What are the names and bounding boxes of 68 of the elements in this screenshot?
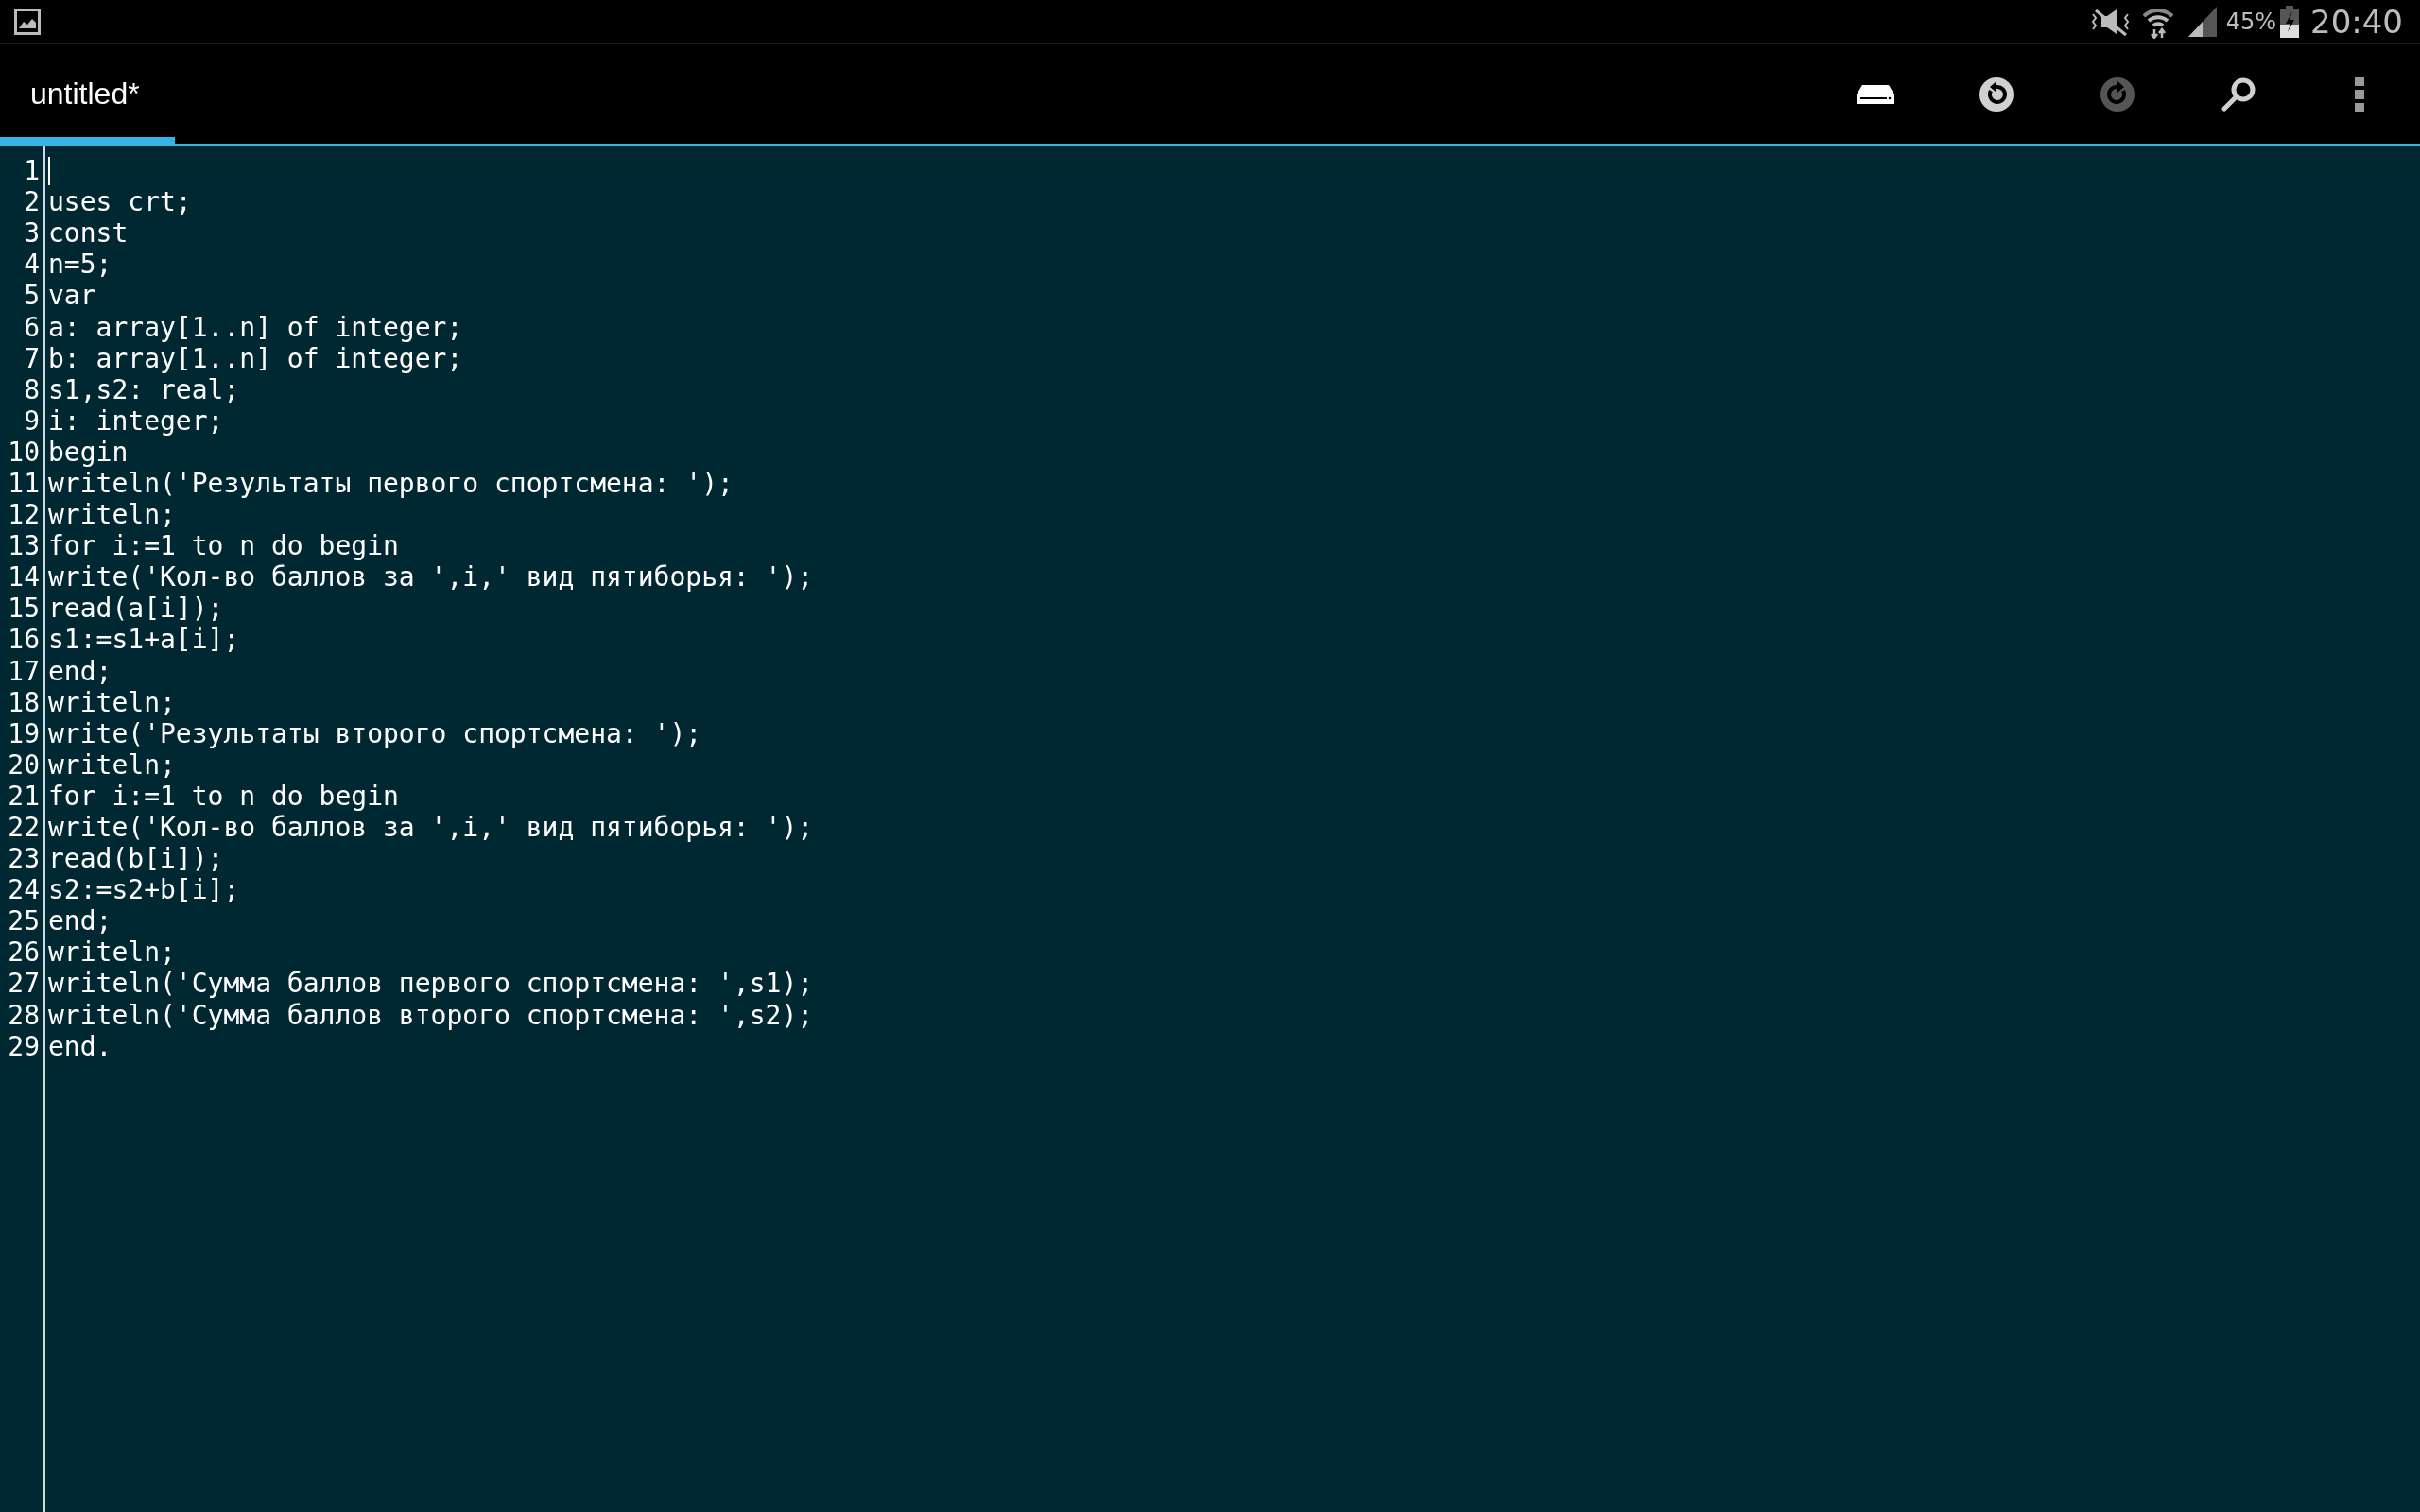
- line-number: 9: [23, 404, 40, 437]
- code-line: end;: [48, 905, 112, 937]
- line-number: 28: [7, 999, 40, 1031]
- picture-icon: [13, 8, 42, 36]
- line-number: 27: [7, 968, 40, 1000]
- clock-time: 20:40: [2310, 3, 2403, 41]
- code-line: s1,s2: real;: [48, 373, 240, 405]
- code-line: uses crt;: [48, 186, 192, 218]
- line-number: 1: [23, 155, 40, 187]
- line-number: 24: [7, 874, 40, 906]
- muted-speaker-icon: [2089, 7, 2132, 37]
- code-line: for i:=1 to n do begin: [48, 530, 399, 562]
- line-number: 7: [23, 342, 40, 374]
- battery-percent: 45%: [2225, 9, 2276, 35]
- code-line: write('Кол-во баллов за ',i,' вид пятиборья: ');: [48, 561, 814, 593]
- line-number: 17: [7, 655, 40, 687]
- code-line: begin: [48, 436, 129, 468]
- line-number: 4: [23, 249, 40, 281]
- code-line: read(b[i]);: [48, 843, 224, 875]
- code-line: var: [48, 280, 96, 312]
- code-line: n=5;: [48, 249, 112, 281]
- line-number: 21: [7, 780, 40, 812]
- line-number: 3: [23, 217, 40, 249]
- line-number: 12: [7, 499, 40, 531]
- line-number: 20: [7, 748, 40, 781]
- overflow-menu-icon: [2355, 76, 2364, 112]
- line-number: 18: [7, 686, 40, 718]
- code-line: write('Результаты второго спортсмена: ');: [48, 717, 702, 749]
- line-number: 6: [23, 311, 40, 343]
- line-number: 2: [23, 186, 40, 218]
- redo-icon: [2100, 76, 2135, 112]
- code-line: writeln('Сумма баллов первого спортсмена: ',s1);: [48, 968, 814, 1000]
- signal-icon: [2187, 7, 2217, 37]
- code-line: read(a[i]);: [48, 593, 224, 625]
- code-line: s1:=s1+a[i];: [48, 624, 240, 656]
- line-number: 29: [7, 1030, 40, 1062]
- code-line: const: [48, 217, 129, 249]
- undo-icon: [1979, 76, 2014, 112]
- line-number: 22: [7, 812, 40, 843]
- code-line: b: array[1..n] of integer;: [48, 342, 463, 374]
- line-number: 25: [7, 905, 40, 937]
- code-line: end;: [48, 655, 112, 687]
- line-number: 19: [7, 717, 40, 749]
- line-number: 16: [7, 624, 40, 656]
- code-line: i: integer;: [48, 404, 224, 437]
- code-line: writeln;: [48, 686, 176, 718]
- line-number: 23: [7, 843, 40, 875]
- code-line: a: array[1..n] of integer;: [48, 311, 463, 343]
- code-line: writeln;: [48, 936, 176, 969]
- line-number: 13: [7, 530, 40, 562]
- code-line: write('Кол-во баллов за ',i,' вид пятиборья: ');: [48, 812, 814, 843]
- line-number: 8: [23, 373, 40, 405]
- line-number: 26: [7, 936, 40, 969]
- search-icon: [2221, 76, 2256, 112]
- line-number: 14: [7, 561, 40, 593]
- line-number: 5: [23, 280, 40, 312]
- line-number: 15: [7, 593, 40, 625]
- line-number: 10: [7, 436, 40, 468]
- code-line: writeln('Результаты первого спортсмена: ');: [48, 468, 734, 499]
- line-number: 11: [7, 468, 40, 499]
- code-line: s2:=s2+b[i];: [48, 874, 240, 906]
- drive-icon: [1857, 82, 1894, 106]
- code-line: writeln;: [48, 499, 176, 531]
- code-line: end.: [48, 1030, 112, 1062]
- code-line: writeln('Сумма баллов второго спортсмена: ',s2);: [48, 999, 814, 1031]
- charging-battery-icon: [2280, 6, 2299, 38]
- code-line: for i:=1 to n do begin: [48, 780, 399, 812]
- code-line: writeln;: [48, 748, 176, 781]
